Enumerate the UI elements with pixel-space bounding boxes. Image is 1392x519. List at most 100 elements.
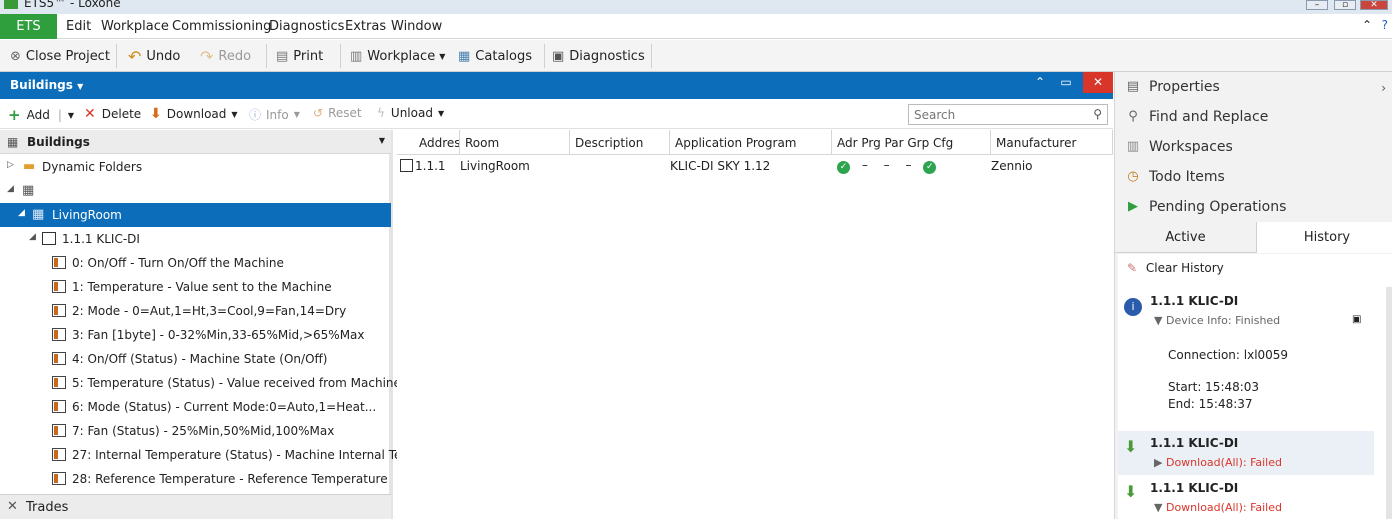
tree-item-object[interactable]: 6: Mode (Status) - Current Mode:0=Auto,1… <box>0 395 391 419</box>
history-entry-title: 1.1.1 KLIC-DI <box>1150 481 1239 495</box>
undo-icon: ↶ <box>128 46 142 66</box>
trades-panel-header[interactable]: ✕ Trades <box>0 494 391 519</box>
tree-item-device[interactable]: ◢ 1.1.1 KLIC-DI <box>0 227 391 251</box>
info-dropdown-icon: ▼ <box>293 110 300 119</box>
redo-button[interactable]: ↷ Redo <box>200 40 251 72</box>
tree-item-object[interactable]: 2: Mode - 0=Aut,1=Ht,3=Cool,9=Fan,14=Dry <box>0 299 391 323</box>
ets-menu-tab[interactable]: ETS <box>0 14 57 39</box>
add-dropdown-icon[interactable]: ▼ <box>68 111 74 120</box>
search-box[interactable]: ⚲ <box>908 104 1108 125</box>
collapse-icon[interactable]: ◢ <box>7 184 14 194</box>
tree-item-object[interactable]: 7: Fan (Status) - 25%Min,50%Mid,100%Max <box>0 419 391 443</box>
add-label: Add <box>26 108 50 122</box>
side-item-workspaces[interactable]: ▥ Workspaces <box>1115 132 1392 162</box>
clear-history-button[interactable]: ✎ Clear History <box>1127 261 1224 275</box>
column-divider[interactable] <box>669 130 670 155</box>
tree-header[interactable]: ▦ Buildings ▼ <box>0 130 391 154</box>
menu-extras[interactable]: Extras <box>345 19 386 34</box>
panel-close-button[interactable]: ✕ <box>1083 72 1113 93</box>
menu-commissioning[interactable]: Commissioning <box>172 19 271 34</box>
tree-header-dropdown-icon[interactable]: ▼ <box>379 136 385 145</box>
tree-item-object[interactable]: 1: Temperature - Value sent to the Machi… <box>0 275 391 299</box>
history-entry-status[interactable]: ▼ Device Info: Finished <box>1154 314 1280 327</box>
menu-workplace[interactable]: Workplace <box>101 19 169 34</box>
window-close-button[interactable]: ✕ <box>1360 0 1388 10</box>
reset-button[interactable]: ↺ Reset <box>313 106 362 120</box>
tree-item-object[interactable]: 5: Temperature (Status) - Value received… <box>0 371 401 395</box>
column-header-address[interactable]: Addres <box>419 136 461 150</box>
printer-icon: ▤ <box>276 48 289 64</box>
history-entry-status[interactable]: ▼ Download(All): Failed <box>1154 501 1282 514</box>
menu-diagnostics[interactable]: Diagnostics <box>269 19 344 34</box>
delete-button[interactable]: ✕ Delete <box>84 106 141 122</box>
column-divider[interactable] <box>459 130 460 155</box>
diagnostics-button[interactable]: ▣ Diagnostics <box>552 40 645 72</box>
tree-item-building[interactable]: ◢ ▦ <box>0 179 391 203</box>
column-divider[interactable] <box>569 130 570 155</box>
tab-active[interactable]: Active <box>1115 222 1256 253</box>
toolbar-divider <box>544 44 545 68</box>
column-divider[interactable] <box>1112 130 1113 155</box>
column-header-description[interactable]: Description <box>575 136 643 150</box>
reset-label: Reset <box>328 106 362 120</box>
side-item-pending-operations[interactable]: ▶ Pending Operations <box>1115 192 1392 222</box>
history-connection: Connection: lxl0059 <box>1168 348 1289 362</box>
tree-item-object[interactable]: 28: Reference Temperature - Reference Te… <box>0 467 391 491</box>
info-button[interactable]: ⓘ Info ▼ <box>249 106 300 123</box>
copy-icon[interactable]: ▣ <box>1352 314 1361 325</box>
column-header-application-program[interactable]: Application Program <box>675 136 797 150</box>
tree-item-object[interactable]: 4: On/Off (Status) - Machine State (On/O… <box>0 347 391 371</box>
panel-collapse-icon[interactable]: ⌃ <box>1027 72 1053 93</box>
catalogs-button[interactable]: ▦ Catalogs <box>458 40 532 72</box>
column-header-manufacturer[interactable]: Manufacturer <box>996 136 1076 150</box>
tree-item-room[interactable]: ◢ ▦ LivingRoom <box>0 203 391 227</box>
side-item-todo[interactable]: ◷ Todo Items <box>1115 162 1392 192</box>
history-entry-status[interactable]: ▶ Download(All): Failed <box>1154 456 1282 469</box>
unload-button[interactable]: ϟ Unload ▼ <box>377 106 444 120</box>
communication-object-icon <box>52 400 66 413</box>
column-header-room[interactable]: Room <box>465 136 499 150</box>
help-icon[interactable]: ? <box>1382 18 1388 32</box>
print-button[interactable]: ▤ Print <box>276 40 323 72</box>
menu-bar: ETS Edit Workplace Commissioning Diagnos… <box>0 14 1392 39</box>
side-item-properties[interactable]: ▤ Properties <box>1115 72 1392 102</box>
maximize-button[interactable]: ▫ <box>1334 0 1356 10</box>
history-entry-title: 1.1.1 KLIC-DI <box>1150 436 1239 450</box>
properties-icon: ▤ <box>1126 79 1140 94</box>
scrollbar[interactable] <box>1386 287 1392 519</box>
add-button[interactable]: + Add | ▼ <box>8 106 74 124</box>
workplace-button[interactable]: ▥ Workplace ▼ <box>350 40 445 72</box>
download-dropdown-icon: ▼ <box>231 109 238 119</box>
column-header-flags[interactable]: Adr Prg Par Grp Cfg <box>837 136 953 150</box>
dash-icon: – <box>861 158 868 172</box>
device-icon <box>42 232 56 245</box>
diagnostics-icon: ▣ <box>552 48 565 64</box>
side-item-find-replace[interactable]: ⚲ Find and Replace <box>1115 102 1392 132</box>
buildings-tree-panel: ▦ Buildings ▼ ▷ ▬ Dynamic Folders ◢ ▦ ◢ … <box>0 130 432 519</box>
window-title: ETS5™ - Loxone <box>24 0 121 10</box>
communication-object-icon <box>52 304 66 317</box>
play-icon: ▶ <box>1128 199 1138 214</box>
tree-item-dynamic-folders[interactable]: ▷ ▬ Dynamic Folders <box>0 155 391 179</box>
download-button[interactable]: ⬇ Download ▼ <box>150 106 238 122</box>
tree-item-object[interactable]: 0: On/Off - Turn On/Off the Machine <box>0 251 391 275</box>
tab-history[interactable]: History <box>1256 222 1392 253</box>
menu-edit[interactable]: Edit <box>66 19 91 34</box>
column-divider[interactable] <box>831 130 832 155</box>
menu-window[interactable]: Window <box>391 19 442 34</box>
undo-button[interactable]: ↶ Undo <box>128 40 180 72</box>
close-project-button[interactable]: ⊗ Close Project <box>10 40 110 72</box>
collapse-ribbon-icon[interactable]: ⌃ <box>1362 18 1372 32</box>
catalogs-label: Catalogs <box>475 48 532 64</box>
column-divider[interactable] <box>990 130 991 155</box>
expand-icon[interactable]: ▷ <box>7 160 14 170</box>
panel-maximize-icon[interactable]: ▭ <box>1053 72 1079 93</box>
tree-item-object[interactable]: 27: Internal Temperature (Status) - Mach… <box>0 443 432 467</box>
tree-item-object[interactable]: 3: Fan [1byte] - 0-32%Min,33-65%Mid,>65%… <box>0 323 391 347</box>
minimize-button[interactable]: – <box>1306 0 1328 10</box>
buildings-panel-title[interactable]: Buildings ▼ <box>10 78 83 92</box>
search-input[interactable] <box>909 105 1079 124</box>
collapse-icon[interactable]: ◢ <box>29 232 36 242</box>
search-icon[interactable]: ⚲ <box>1093 107 1102 121</box>
collapse-icon[interactable]: ◢ <box>18 208 25 218</box>
